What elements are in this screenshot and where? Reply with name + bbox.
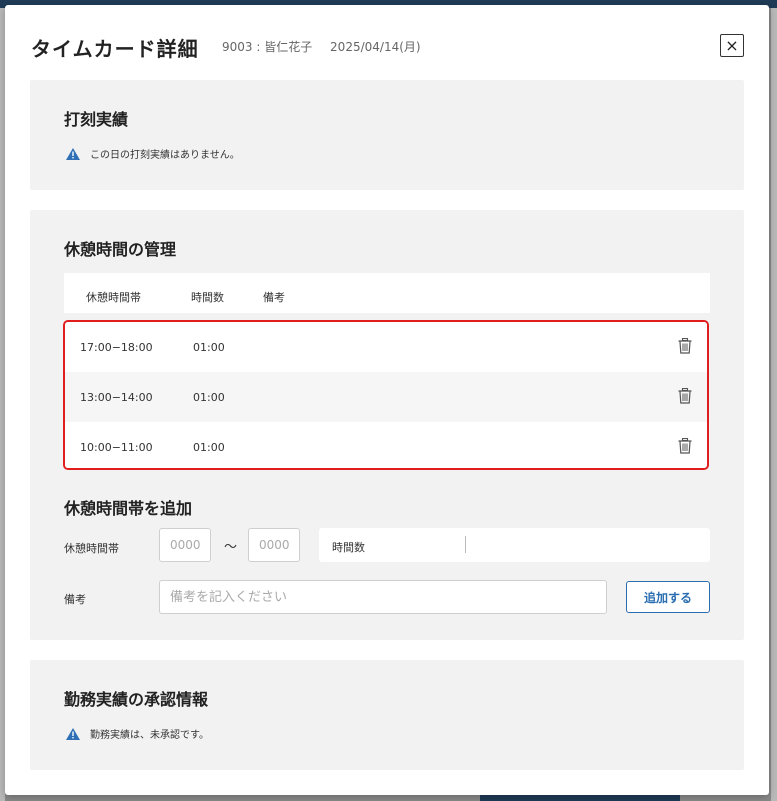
approval-section: 勤務実績の承認情報 勤務実績は、未承認です。 xyxy=(30,660,744,770)
warning-icon xyxy=(66,727,80,740)
add-break-title: 休憩時間帯を追加 xyxy=(64,499,193,518)
col-break-period: 休憩時間帯 xyxy=(86,291,141,304)
warning-icon xyxy=(66,147,80,160)
break-time-cell: 13:00−14:00 xyxy=(80,391,153,404)
break-section-title: 休憩時間の管理 xyxy=(64,240,177,259)
close-button[interactable]: × xyxy=(720,34,744,57)
break-table-header: 休憩時間帯 時間数 備考 xyxy=(64,273,710,313)
approval-notice-text: 勤務実績は、未承認です。 xyxy=(90,730,209,741)
table-row: 10:00−11:00 01:00 xyxy=(65,422,707,468)
note-label: 備考 xyxy=(64,593,86,606)
note-input[interactable] xyxy=(159,580,607,614)
break-management-section: 休憩時間の管理 休憩時間帯 時間数 備考 17:00−18:00 01:00 1… xyxy=(30,210,744,640)
break-hours-cell: 01:00 xyxy=(193,391,225,404)
employee-label: 9003 : 皆仁花子 xyxy=(222,40,313,54)
add-break-button[interactable]: 追加する xyxy=(626,581,710,613)
hours-display: 時間数 xyxy=(319,528,710,562)
approval-notice: 勤務実績は、未承認です。 xyxy=(66,726,209,741)
break-start-input[interactable] xyxy=(159,528,211,562)
modal-header: タイムカード詳細 9003 : 皆仁花子 2025/04/14(月) × xyxy=(5,5,769,80)
trash-icon[interactable] xyxy=(678,338,692,354)
trash-icon[interactable] xyxy=(678,388,692,404)
approval-section-title: 勤務実績の承認情報 xyxy=(64,690,209,709)
break-time-cell: 10:00−11:00 xyxy=(80,441,153,454)
break-period-label: 休憩時間帯 xyxy=(64,542,119,555)
break-hours-cell: 01:00 xyxy=(193,341,225,354)
break-table-rows: 17:00−18:00 01:00 13:00−14:00 01:00 10:0… xyxy=(63,320,709,470)
table-row: 17:00−18:00 01:00 xyxy=(65,322,707,372)
backdrop-right xyxy=(771,8,777,801)
punch-section-title: 打刻実績 xyxy=(64,110,129,129)
table-row: 13:00−14:00 01:00 xyxy=(65,372,707,422)
punch-notice: この日の打刻実績はありません。 xyxy=(66,146,240,161)
range-tilde: 〜 xyxy=(224,540,238,555)
date-label: 2025/04/14(月) xyxy=(330,40,421,54)
hours-label: 時間数 xyxy=(332,541,365,554)
close-icon: × xyxy=(725,36,739,55)
backdrop-bottom-bar xyxy=(480,795,680,801)
col-note: 備考 xyxy=(263,291,285,304)
col-hours: 時間数 xyxy=(191,291,224,304)
modal-title: タイムカード詳細 xyxy=(31,37,199,61)
trash-icon[interactable] xyxy=(678,438,692,454)
punch-record-section: 打刻実績 この日の打刻実績はありません。 xyxy=(30,80,744,190)
break-hours-cell: 01:00 xyxy=(193,441,225,454)
hours-divider xyxy=(465,536,466,553)
modal-subtitle: 9003 : 皆仁花子 2025/04/14(月) xyxy=(222,38,421,55)
break-end-input[interactable] xyxy=(248,528,300,562)
punch-notice-text: この日の打刻実績はありません。 xyxy=(90,150,240,161)
break-time-cell: 17:00−18:00 xyxy=(80,341,153,354)
timecard-detail-modal: タイムカード詳細 9003 : 皆仁花子 2025/04/14(月) × 打刻実… xyxy=(5,5,769,795)
